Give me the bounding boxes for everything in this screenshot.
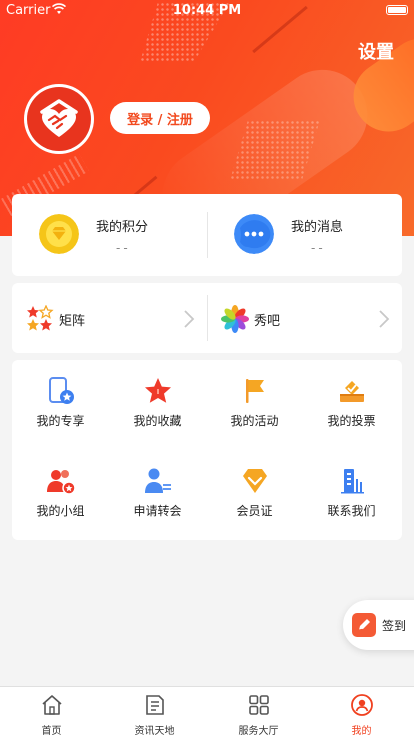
chevron-right-icon xyxy=(184,310,195,328)
grid-item-label: 我的投票 xyxy=(327,414,376,428)
phone-star-icon xyxy=(49,377,74,404)
grid-item-my-exclusive[interactable]: 我的专享 xyxy=(12,360,109,450)
grid-item-my-group[interactable]: 我的小组 xyxy=(12,450,109,540)
tab-label: 首页 xyxy=(41,726,62,736)
avatar[interactable] xyxy=(24,84,94,154)
building-icon xyxy=(341,469,364,494)
chevron-right-icon xyxy=(379,310,390,328)
points-value: -- xyxy=(116,241,131,255)
grid-item-label: 我的专享 xyxy=(36,414,85,428)
grid-item-label: 联系我们 xyxy=(327,504,376,518)
pinwheel-icon xyxy=(221,305,249,333)
grid-item-my-votes[interactable]: 我的投票 xyxy=(303,360,400,450)
diamond-icon xyxy=(243,469,267,493)
services-grid-icon xyxy=(249,695,269,715)
star-icon xyxy=(145,378,171,403)
grid-item-my-favorites[interactable]: 我的收藏 xyxy=(109,360,206,450)
matrix-link[interactable]: 矩阵 xyxy=(12,283,207,353)
grid-item-my-activities[interactable]: 我的活动 xyxy=(206,360,303,450)
grid-item-contact-us[interactable]: 联系我们 xyxy=(303,450,400,540)
feature-grid: 我的专享 我的收藏 我的活动 我的投票 我的小组 申请转会 会员证 联系我们 xyxy=(12,360,402,540)
my-points-entry[interactable]: 我的积分 -- xyxy=(12,194,207,276)
tab-label: 服务大厅 xyxy=(238,726,279,736)
login-register-button[interactable]: 登录 / 注册 xyxy=(110,102,210,134)
grid-item-label: 会员证 xyxy=(236,504,273,518)
ballot-box-icon xyxy=(340,381,364,402)
tab-profile[interactable]: 我的 xyxy=(310,687,413,736)
news-icon xyxy=(146,695,164,715)
chat-bubble-icon xyxy=(234,214,274,254)
bottom-tab-bar: 首页 资讯天地 服务大厅 我的 xyxy=(0,686,414,736)
matrix-label: 矩阵 xyxy=(59,314,86,329)
battery-icon xyxy=(386,5,408,15)
grid-item-membership-card[interactable]: 会员证 xyxy=(206,450,303,540)
status-bar: Carrier 10:44 PM xyxy=(0,0,414,22)
tab-home[interactable]: 首页 xyxy=(0,687,103,736)
pencil-icon xyxy=(352,613,376,637)
grid-item-apply-transfer[interactable]: 申请转会 xyxy=(109,450,206,540)
sign-in-button[interactable]: 签到 xyxy=(343,600,414,650)
grid-item-label: 我的小组 xyxy=(36,504,85,518)
quick-links-card: 矩阵 秀吧 xyxy=(12,283,402,353)
points-messages-card: 我的积分 -- 我的消息 -- xyxy=(12,194,402,276)
profile-icon xyxy=(351,694,373,716)
tab-services[interactable]: 服务大厅 xyxy=(207,687,310,736)
my-messages-entry[interactable]: 我的消息 -- xyxy=(207,194,402,276)
grid-item-label: 我的收藏 xyxy=(133,414,182,428)
tab-label: 资讯天地 xyxy=(134,726,175,736)
coin-diamond-icon xyxy=(39,214,79,254)
sign-in-label: 签到 xyxy=(382,619,407,633)
handshake-heart-logo-icon xyxy=(40,99,78,137)
user-transfer-icon xyxy=(145,468,171,493)
clock: 10:44 PM xyxy=(172,3,242,18)
tab-label: 我的 xyxy=(351,726,372,736)
flag-icon xyxy=(246,379,264,403)
stars-cluster-icon xyxy=(27,305,54,331)
points-label: 我的积分 xyxy=(96,220,149,235)
home-icon xyxy=(42,695,62,715)
grid-item-label: 申请转会 xyxy=(133,504,182,518)
messages-value: -- xyxy=(311,241,326,255)
settings-button[interactable]: 设置 xyxy=(358,38,394,64)
grid-item-label: 我的活动 xyxy=(230,414,279,428)
show-label: 秀吧 xyxy=(254,314,281,329)
messages-label: 我的消息 xyxy=(291,220,344,235)
show-link[interactable]: 秀吧 xyxy=(207,283,402,353)
tab-news[interactable]: 资讯天地 xyxy=(103,687,206,736)
group-icon xyxy=(47,470,76,495)
